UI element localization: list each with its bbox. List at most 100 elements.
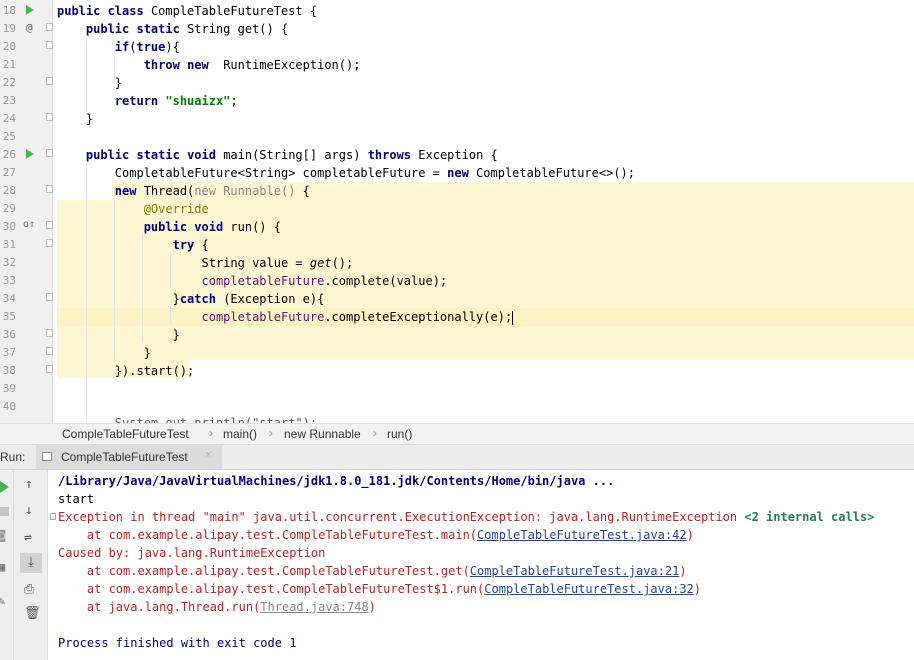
breadcrumb-method-main[interactable]: main() <box>223 427 257 441</box>
breadcrumb-method-run[interactable]: run() <box>387 427 412 441</box>
code-token: CompletableFuture<String> completableFut… <box>57 166 448 180</box>
frame-method: java.lang.Thread.run( <box>108 600 261 614</box>
code-token: public <box>85 22 137 36</box>
breadcrumb-separator-icon: › <box>373 426 377 440</box>
frame-method: com.example.alipay.test.CompleTableFutur… <box>108 528 478 542</box>
code-token: if <box>114 40 130 54</box>
run-actions-toolbar: ◙ ▦ ✎ <box>0 470 14 660</box>
code-line: if(true){ <box>57 38 180 56</box>
line-number[interactable]: 30 <box>0 218 16 236</box>
code-token: RuntimeException(); <box>223 58 361 72</box>
implements-marker-icon[interactable]: o↑ <box>23 216 35 234</box>
code-editor[interactable]: 18 19 20 21 22 23 24 25 26 27 28 29 30 31 32 33 34 35 36 37… <box>0 0 914 423</box>
frame-source-link[interactable]: Thread.java:748 <box>260 600 368 614</box>
line-number[interactable]: 27 <box>0 164 16 182</box>
at-prefix: at <box>58 528 109 542</box>
code-token: class <box>107 4 151 18</box>
code-token: Exception { <box>418 148 498 162</box>
scroll-down-icon[interactable]: ↓ <box>25 503 33 518</box>
at-prefix: at <box>58 600 109 614</box>
line-number[interactable]: 19 <box>0 20 16 38</box>
code-token: get <box>309 256 332 270</box>
line-number[interactable]: 40 <box>0 398 16 416</box>
camera-icon[interactable]: ◙ <box>0 528 5 542</box>
fold-stack-icon[interactable] <box>50 513 56 520</box>
fold-toggle-icon[interactable] <box>46 41 53 49</box>
line-number[interactable]: 20 <box>0 38 16 56</box>
scroll-up-icon[interactable]: ↑ <box>25 477 33 492</box>
frame-source-link[interactable]: CompleTableFutureTest.java:32 <box>484 582 694 596</box>
internal-calls-link[interactable]: <2 internal calls> <box>744 510 874 524</box>
frame-method: com.example.alipay.test.CompleTableFutur… <box>108 582 485 596</box>
fold-toggle-icon[interactable] <box>46 221 53 229</box>
code-token: String get() { <box>187 22 289 36</box>
line-number[interactable]: 34 <box>0 290 16 308</box>
close-tab-icon[interactable]: × <box>205 449 211 461</box>
line-number[interactable]: 26 <box>0 146 16 164</box>
line-number[interactable]: 38 <box>0 362 16 380</box>
layout-icon[interactable]: ▦ <box>0 560 5 574</box>
line-number[interactable]: 32 <box>0 254 16 272</box>
code-token: static <box>136 22 188 36</box>
line-number[interactable]: 22 <box>0 74 16 92</box>
stack-frame: at com.example.alipay.test.CompleTableFu… <box>58 526 694 544</box>
print-icon[interactable]: ⎙ <box>24 582 34 597</box>
line-number[interactable]: 31 <box>0 236 16 254</box>
breadcrumb-separator-icon: › <box>209 426 213 440</box>
code-line: new Thread(new Runnable() { <box>57 182 310 200</box>
code-token: completableFuture <box>201 310 325 324</box>
gutter-divider <box>52 0 53 423</box>
line-number[interactable]: 37 <box>0 344 16 362</box>
fold-toggle-icon[interactable] <box>46 113 53 121</box>
trash-icon[interactable]: 🗑 <box>24 606 41 621</box>
line-number[interactable]: 21 <box>0 56 16 74</box>
fold-toggle-icon[interactable] <box>46 77 53 85</box>
line-number[interactable]: 35 <box>0 308 16 326</box>
scroll-to-end-icon[interactable]: ⤓ <box>20 553 42 573</box>
fold-toggle-icon[interactable] <box>46 149 53 157</box>
code-token: } <box>57 346 151 360</box>
rerun-icon[interactable] <box>0 481 9 493</box>
line-number[interactable]: 33 <box>0 272 16 290</box>
frame-close: ) <box>686 528 694 542</box>
console-command-line: /Library/Java/JavaVirtualMachines/jdk1.8… <box>58 474 615 488</box>
run-class-icon[interactable] <box>26 5 34 15</box>
soft-wrap-icon[interactable]: ⇌ <box>24 530 32 545</box>
line-number[interactable]: 25 <box>0 128 16 146</box>
code-token: catch <box>179 292 224 306</box>
line-number[interactable]: 36 <box>0 326 16 344</box>
line-number[interactable]: 24 <box>0 110 16 128</box>
fold-toggle-icon[interactable] <box>46 347 53 355</box>
line-number[interactable]: 28 <box>0 182 16 200</box>
code-line-partial: System.out.println("start"); <box>57 416 318 423</box>
run-main-icon[interactable] <box>26 149 34 159</box>
breadcrumb-anonymous-class[interactable]: new Runnable <box>284 427 361 441</box>
fold-toggle-icon[interactable] <box>46 329 53 337</box>
console-exception-line: Exception in thread "main" java.util.con… <box>58 508 874 526</box>
code-line: }).start(); <box>57 362 194 380</box>
run-label: Run: <box>0 450 26 464</box>
frame-source-link[interactable]: CompleTableFutureTest.java:21 <box>470 564 680 578</box>
console-output[interactable]: /Library/Java/JavaVirtualMachines/jdk1.8… <box>48 470 914 660</box>
run-tab[interactable]: CompleTableFutureTest × <box>36 445 222 469</box>
frame-close: ) <box>368 600 376 614</box>
pin-icon[interactable]: ✎ <box>0 594 5 608</box>
fold-toggle-icon[interactable] <box>46 239 53 247</box>
stop-icon[interactable] <box>0 507 9 516</box>
line-number[interactable]: 18 <box>0 2 16 20</box>
line-number[interactable]: 39 <box>0 380 16 398</box>
line-number[interactable]: 23 <box>0 92 16 110</box>
breadcrumb-class[interactable]: CompleTableFutureTest <box>62 427 189 441</box>
code-token: @Override <box>143 202 209 216</box>
fold-toggle-icon[interactable] <box>46 293 53 301</box>
fold-toggle-icon[interactable] <box>46 365 53 373</box>
override-marker-icon[interactable]: @ <box>26 19 33 37</box>
line-number[interactable]: 29 <box>0 200 16 218</box>
frame-source-link[interactable]: CompleTableFutureTest.java:42 <box>477 528 687 542</box>
at-prefix: at <box>58 564 109 578</box>
fold-toggle-icon[interactable] <box>46 23 53 31</box>
fold-toggle-icon[interactable] <box>46 185 53 193</box>
code-token: } <box>57 76 123 90</box>
